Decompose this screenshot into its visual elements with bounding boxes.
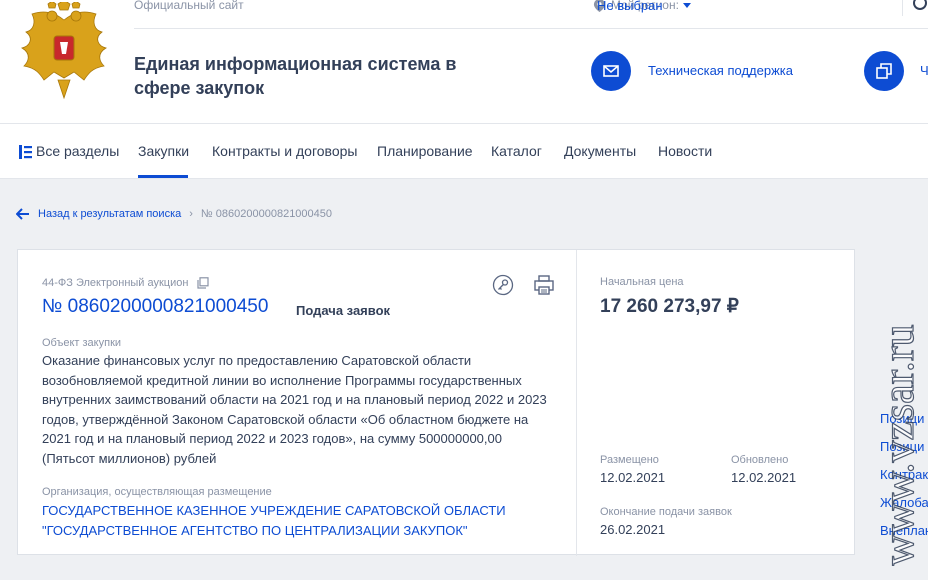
posted-date: 12.02.2021 bbox=[600, 470, 666, 485]
search-button[interactable] bbox=[902, 0, 928, 16]
site-title[interactable]: Единая информационная система в сфере за… bbox=[134, 52, 464, 100]
nav-item-purchases[interactable]: Закупки bbox=[138, 143, 189, 159]
procurement-card: 44-ФЗ Электронный аукцион № 086020000082… bbox=[17, 249, 855, 556]
posted-label: Размещено bbox=[600, 454, 659, 466]
object-label: Объект закупки bbox=[42, 337, 122, 349]
search-icon bbox=[913, 0, 927, 10]
organization-label: Организация, осуществляющая размещение bbox=[42, 486, 272, 498]
site-header: Официальный сайт Мой регион: Не выбран Е… bbox=[0, 0, 928, 124]
updated-date: 12.02.2021 bbox=[731, 470, 797, 485]
updated-label: Обновлено bbox=[731, 454, 789, 466]
organization-link[interactable]: ГОСУДАРСТВЕННОЕ КАЗЕННОЕ УЧРЕЖДЕНИЕ САРА… bbox=[42, 501, 562, 540]
nav-item-catalog[interactable]: Каталог bbox=[491, 143, 542, 159]
support-link[interactable]: Техническая поддержка bbox=[648, 63, 793, 78]
support-button[interactable] bbox=[591, 51, 631, 91]
procurement-status: Подача заявок bbox=[296, 303, 391, 318]
active-tab-indicator bbox=[138, 175, 188, 178]
second-header-button[interactable] bbox=[864, 51, 904, 91]
breadcrumb-separator: › bbox=[189, 208, 193, 220]
law-type-label: 44-ФЗ Электронный аукцион bbox=[42, 277, 189, 289]
nav-item-documents[interactable]: Документы bbox=[564, 143, 636, 159]
nav-item-planning[interactable]: Планирование bbox=[377, 143, 473, 159]
region-selector[interactable]: Мой регион: Не выбран bbox=[593, 0, 691, 13]
law-type: 44-ФЗ Электронный аукцион bbox=[42, 277, 210, 289]
print-icon[interactable] bbox=[533, 274, 555, 296]
key-icon[interactable] bbox=[492, 274, 514, 296]
windows-icon bbox=[876, 63, 892, 79]
copy-icon[interactable] bbox=[197, 277, 210, 289]
official-site-label: Официальный сайт bbox=[134, 0, 244, 12]
coat-of-arms-icon[interactable] bbox=[14, 2, 114, 100]
deadline-date: 26.02.2021 bbox=[600, 522, 666, 537]
region-value[interactable]: Не выбран bbox=[597, 0, 663, 13]
breadcrumb: Назад к результатам поиска › № 086020000… bbox=[16, 208, 332, 220]
nav-item-contracts[interactable]: Контракты и договоры bbox=[212, 143, 357, 159]
mail-icon bbox=[603, 65, 619, 77]
back-to-results-link[interactable]: Назад к результатам поиска bbox=[38, 208, 181, 220]
breadcrumb-current: № 0860200000821000450 bbox=[200, 208, 333, 220]
nav-item-news[interactable]: Новости bbox=[658, 143, 712, 159]
nav-all-sections[interactable]: Все разделы bbox=[36, 143, 119, 159]
watermark: www.vzsar.ru bbox=[873, 324, 923, 566]
procurement-number[interactable]: № 0860200000821000450 bbox=[42, 296, 268, 318]
initial-price: 17 260 273,97 ₽ bbox=[600, 296, 739, 317]
watermark-text: www.vzsar.ru bbox=[874, 324, 923, 566]
object-description: Оказание финансовых услуг по предоставле… bbox=[42, 353, 547, 466]
all-sections-icon bbox=[19, 145, 32, 159]
price-label: Начальная цена bbox=[600, 276, 684, 288]
chevron-down-icon bbox=[682, 2, 691, 8]
header-divider bbox=[134, 28, 928, 29]
card-divider bbox=[576, 250, 577, 556]
main-nav: Все разделы Закупки Контракты и договоры… bbox=[0, 124, 928, 179]
arrow-left-icon[interactable] bbox=[16, 208, 30, 220]
deadline-label: Окончание подачи заявок bbox=[600, 506, 732, 518]
second-header-link[interactable]: Ч bbox=[920, 63, 928, 78]
